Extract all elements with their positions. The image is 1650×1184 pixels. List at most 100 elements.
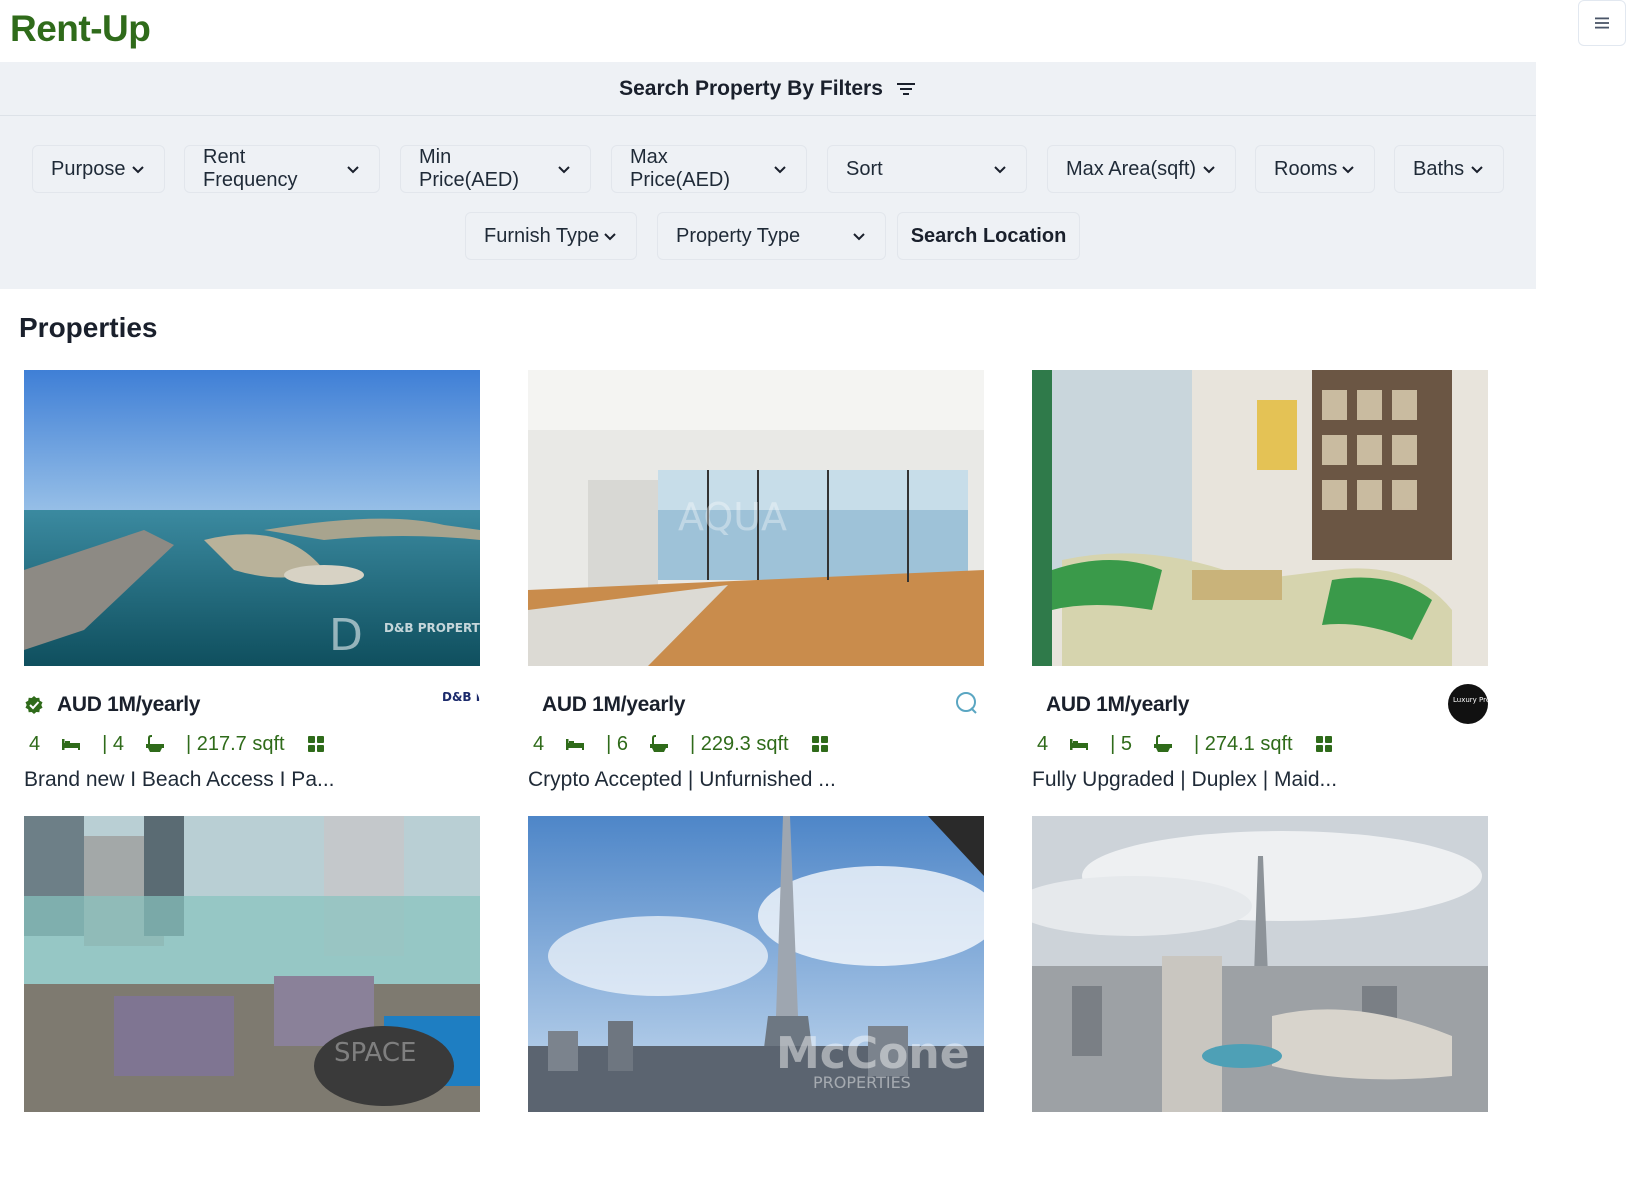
property-price: AUD 1M/yearly [1046, 693, 1190, 716]
furnish-type-select[interactable]: Furnish Type [465, 212, 637, 260]
property-card[interactable]: D D&B PROPERTIES AUD 1M/yearly D&B PROP … [24, 370, 480, 792]
watermark-mccone: McCone [776, 1028, 970, 1079]
property-stats: 4 | 5 | 274.1 sqft [1032, 726, 1488, 762]
chevron-down-icon [347, 166, 359, 174]
palm-island-aerial-image: D D&B PROPERTIES [24, 370, 480, 666]
rooms-select-label: Rooms [1274, 157, 1338, 180]
property-title[interactable]: Crypto Accepted | Unfurnished ... [528, 768, 984, 792]
property-price: AUD 1M/yearly [542, 693, 686, 716]
property-image[interactable]: D D&B PROPERTIES [24, 370, 480, 666]
search-location-button[interactable]: Search Location [897, 212, 1080, 260]
watermark-aqua: AQUA [678, 495, 787, 539]
baths-count: | 6 [606, 732, 628, 755]
property-card[interactable]: AUD 1M/yearly Luxury Property.com 4 | 5 … [1032, 370, 1488, 792]
baths-select[interactable]: Baths [1394, 145, 1504, 193]
max-area-select-label: Max Area(sqft) [1066, 157, 1197, 180]
property-card[interactable] [1032, 816, 1488, 1112]
sort-select-label: Sort [846, 157, 883, 180]
q-agency-logo [956, 692, 977, 714]
max-price-select-label: Max Price(AED) [630, 146, 731, 191]
property-type-select-label: Property Type [676, 224, 801, 247]
chevron-down-icon [853, 233, 865, 241]
watermark-space: SPACE [334, 1038, 416, 1068]
agency-logo-text: Luxury Property.com [1453, 696, 1488, 704]
db-agency-logo: D&B PROP [442, 690, 480, 704]
rent-frequency-select-label: Rent Frequency [203, 146, 298, 191]
rooms-count: 4 [533, 732, 545, 755]
green-sofa-living-room-image [1032, 370, 1488, 666]
property-image[interactable] [1032, 816, 1488, 1112]
property-title[interactable]: Brand new I Beach Access I Pa... [24, 768, 480, 792]
min-price-select-label: Min Price(AED) [419, 146, 520, 191]
property-image[interactable]: AQUA [528, 370, 984, 666]
luxury-property-agency-logo: Luxury Property.com [1453, 696, 1488, 704]
baths-select-label: Baths [1413, 157, 1465, 180]
agency-logo[interactable]: D&B PROP [440, 684, 480, 724]
chevron-down-icon [1342, 166, 1354, 174]
property-image[interactable]: SPACE [24, 816, 480, 1112]
rooms-count: 4 [29, 732, 41, 755]
chevron-down-icon [132, 166, 144, 174]
agency-logo[interactable]: Luxury Property.com [1448, 684, 1488, 724]
property-card[interactable]: McCone PROPERTIES [528, 816, 984, 1112]
area-value: | 229.3 sqft [690, 732, 789, 755]
bed-icon [1070, 739, 1089, 750]
min-price-select[interactable]: Min Price(AED) [400, 145, 591, 193]
agency-logo-text: D&B PROP [442, 690, 480, 704]
bed-icon [62, 739, 81, 750]
downtown-dubai-aerial-image [1032, 816, 1488, 1112]
chevron-down-icon [604, 233, 616, 241]
empty-living-room-image: AQUA [528, 370, 984, 666]
property-image[interactable]: McCone PROPERTIES [528, 816, 984, 1112]
chevron-down-icon [1471, 166, 1483, 174]
purpose-select[interactable]: Purpose [32, 145, 165, 193]
properties-heading: Properties [19, 312, 158, 343]
search-location-label: Search Location [910, 224, 1067, 247]
property-card[interactable]: SPACE [24, 816, 480, 1112]
bed-icon [566, 739, 585, 750]
bath-icon [1154, 735, 1172, 752]
property-image[interactable] [1032, 370, 1488, 666]
grid-icon [307, 736, 324, 752]
rent-frequency-select[interactable]: Rent Frequency [184, 145, 380, 193]
top-navbar: Rent-Up [0, 0, 1650, 62]
rooms-select[interactable]: Rooms [1255, 145, 1375, 193]
hamburger-icon [1595, 17, 1609, 29]
bath-icon [146, 735, 164, 752]
watermark-db-properties: D&B PROPERTIES [384, 621, 480, 635]
property-stats: 4 | 4 | 217.7 sqft [24, 726, 480, 762]
chevron-down-icon [1203, 166, 1215, 174]
burj-khalifa-image: McCone PROPERTIES [528, 816, 984, 1112]
chevron-down-icon [994, 166, 1006, 174]
property-type-select[interactable]: Property Type [657, 212, 886, 260]
terrace-pool-image: SPACE [24, 816, 480, 1112]
property-stats: 4 | 6 | 229.3 sqft [528, 726, 984, 762]
verified-badge-icon [25, 696, 43, 714]
baths-count: | 5 [1110, 732, 1132, 755]
app-logo[interactable]: Rent-Up [10, 8, 151, 50]
grid-icon [1315, 736, 1332, 752]
purpose-select-label: Purpose [51, 157, 126, 180]
menu-button[interactable] [1578, 0, 1626, 46]
filters-header[interactable]: Search Property By Filters [0, 62, 1536, 116]
property-price: AUD 1M/yearly [57, 693, 201, 716]
watermark-properties: PROPERTIES [813, 1073, 911, 1092]
agency-logo[interactable] [944, 684, 984, 724]
max-area-select[interactable]: Max Area(sqft) [1047, 145, 1236, 193]
area-value: | 217.7 sqft [186, 732, 285, 755]
grid-icon [811, 736, 828, 752]
baths-count: | 4 [102, 732, 124, 755]
bath-icon [650, 735, 668, 752]
chevron-down-icon [558, 166, 570, 174]
property-card[interactable]: AQUA AUD 1M/yearly 4 | 6 | 229.3 sqft Cr… [528, 370, 984, 792]
furnish-type-select-label: Furnish Type [484, 224, 600, 247]
watermark-d: D [329, 610, 363, 661]
property-title[interactable]: Fully Upgraded | Duplex | Maid... [1032, 768, 1488, 792]
chevron-down-icon [774, 166, 786, 174]
area-value: | 274.1 sqft [1194, 732, 1293, 755]
max-price-select[interactable]: Max Price(AED) [611, 145, 807, 193]
rooms-count: 4 [1037, 732, 1049, 755]
filters-title: Search Property By Filters [619, 76, 883, 100]
filter-lines-icon [896, 82, 915, 95]
sort-select[interactable]: Sort [827, 145, 1027, 193]
